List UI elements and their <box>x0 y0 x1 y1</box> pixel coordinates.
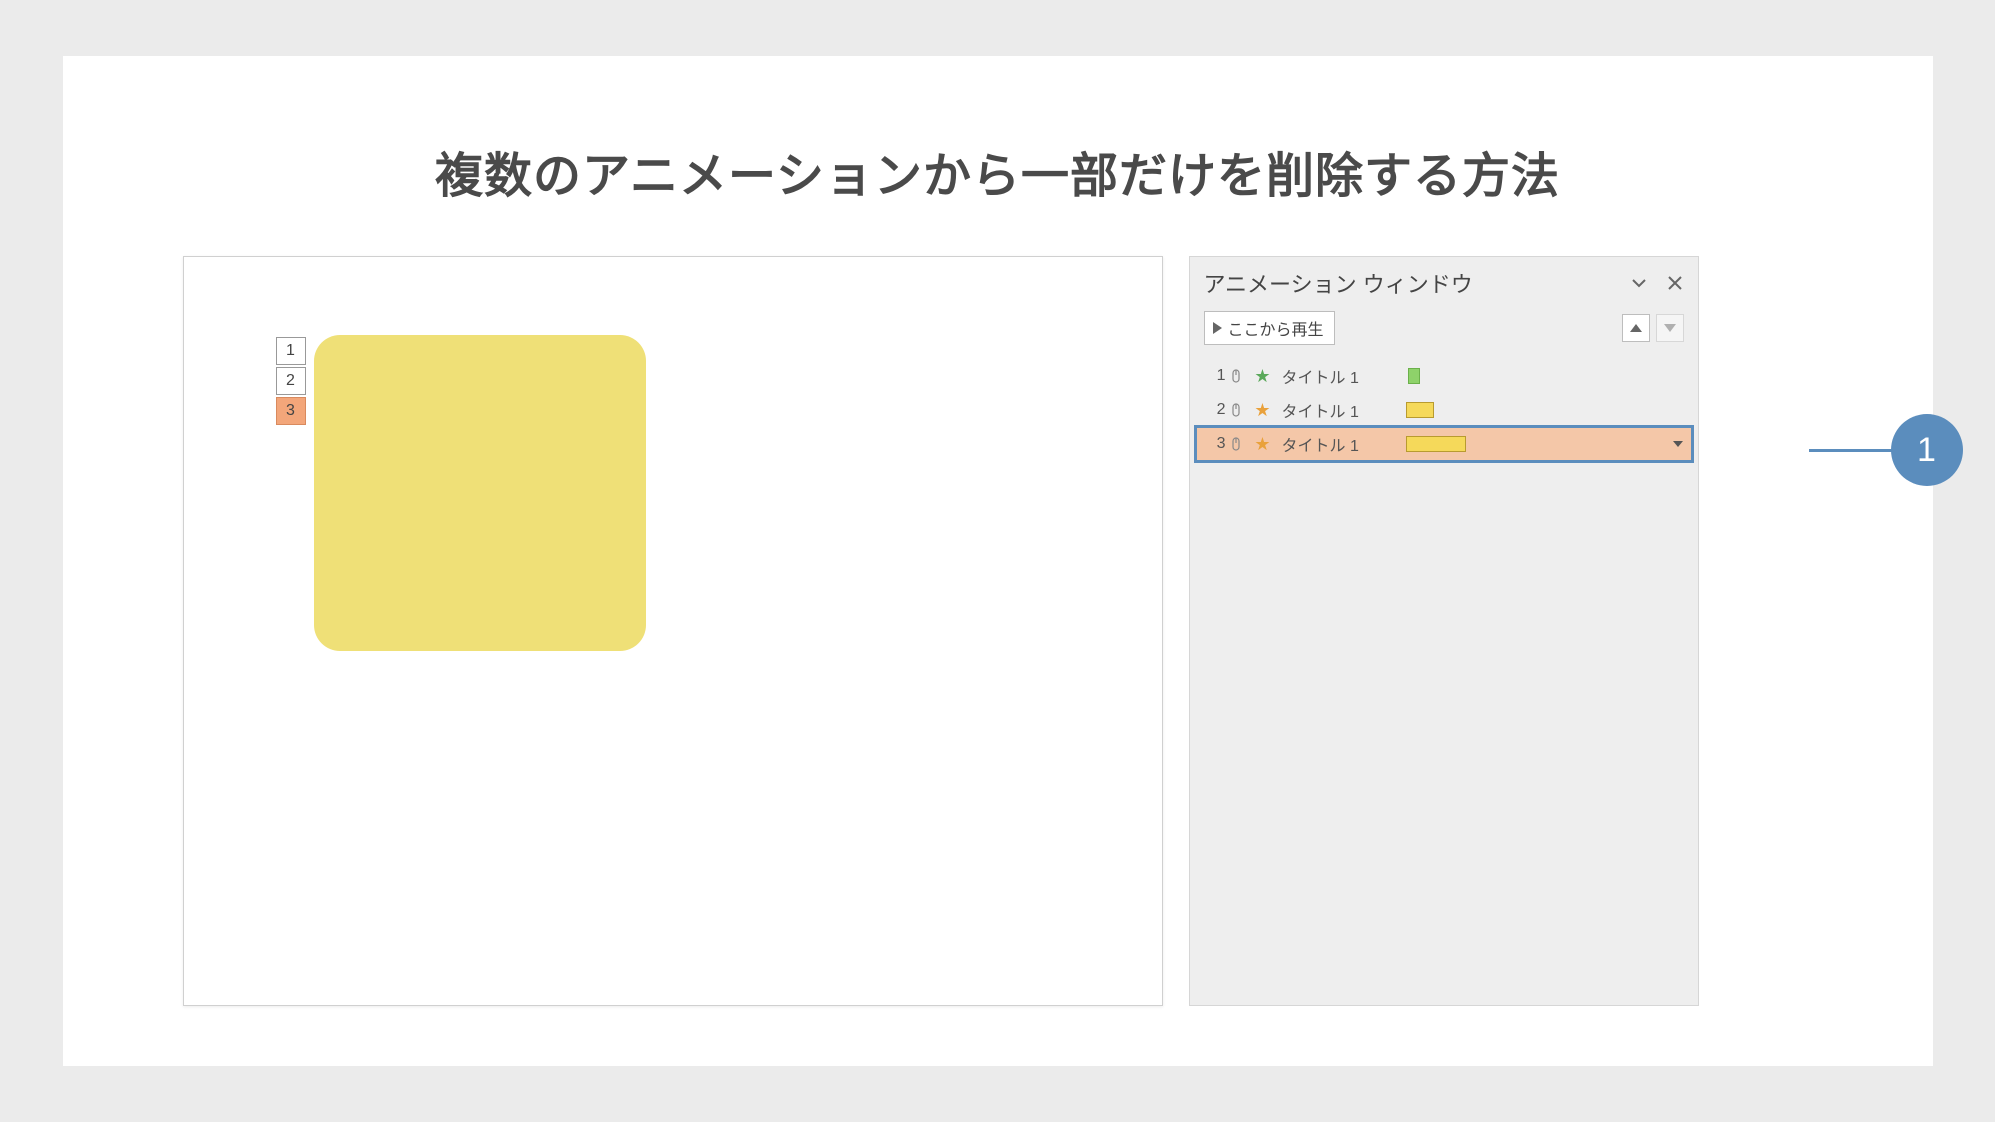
animation-tag-stack: 1 2 3 <box>276 337 306 425</box>
mouse-click-icon <box>1228 436 1248 452</box>
animation-pane: アニメーション ウィンドウ ここから再生 <box>1189 256 1699 1006</box>
mouse-click-icon <box>1228 402 1248 418</box>
animation-tag-1[interactable]: 1 <box>276 337 306 365</box>
animation-tag-3[interactable]: 3 <box>276 397 306 425</box>
item-index: 3 <box>1212 435 1226 453</box>
pane-toolbar: ここから再生 <box>1190 305 1698 355</box>
collapse-icon[interactable] <box>1630 274 1648 292</box>
tutorial-slide: 複数のアニメーションから一部だけを削除する方法 1 2 3 アニメーション ウィ… <box>63 56 1933 1066</box>
animation-item-1[interactable]: 1 ★ タイトル 1 <box>1196 359 1692 393</box>
rounded-rectangle-shape[interactable] <box>314 335 646 651</box>
animation-item-2[interactable]: 2 ★ タイトル 1 <box>1196 393 1692 427</box>
star-icon: ★ <box>1252 400 1274 421</box>
item-dropdown-icon[interactable] <box>1673 441 1683 447</box>
mouse-click-icon <box>1228 368 1248 384</box>
play-icon <box>1213 322 1222 334</box>
item-index: 2 <box>1212 401 1226 419</box>
item-label: タイトル 1 <box>1282 432 1392 456</box>
item-index: 1 <box>1212 367 1226 385</box>
timeline-bar[interactable] <box>1406 436 1466 452</box>
timeline-bar[interactable] <box>1406 402 1434 418</box>
workspace: 1 2 3 アニメーション ウィンドウ <box>63 256 1933 1006</box>
timeline-bar[interactable] <box>1408 368 1420 384</box>
item-label: タイトル 1 <box>1282 398 1392 422</box>
close-icon[interactable] <box>1666 274 1684 292</box>
move-up-button[interactable] <box>1622 314 1650 342</box>
play-from-here-button[interactable]: ここから再生 <box>1204 311 1335 345</box>
page-title: 複数のアニメーションから一部だけを削除する方法 <box>63 136 1933 206</box>
animation-tag-2[interactable]: 2 <box>276 367 306 395</box>
animation-item-3[interactable]: 3 ★ タイトル 1 <box>1194 425 1694 463</box>
star-icon: ★ <box>1252 434 1274 455</box>
slide-canvas[interactable]: 1 2 3 <box>183 256 1163 1006</box>
callout-connector <box>1809 449 1893 452</box>
callout-badge-1: 1 <box>1891 414 1963 486</box>
item-label: タイトル 1 <box>1282 364 1392 388</box>
play-from-label: ここから再生 <box>1228 316 1324 340</box>
pane-header: アニメーション ウィンドウ <box>1190 257 1698 305</box>
star-icon: ★ <box>1252 366 1274 387</box>
pane-title: アニメーション ウィンドウ <box>1204 267 1473 299</box>
move-down-button[interactable] <box>1656 314 1684 342</box>
animation-list: 1 ★ タイトル 1 2 ★ タイトル 1 3 ★ タイトル 1 <box>1190 355 1698 467</box>
